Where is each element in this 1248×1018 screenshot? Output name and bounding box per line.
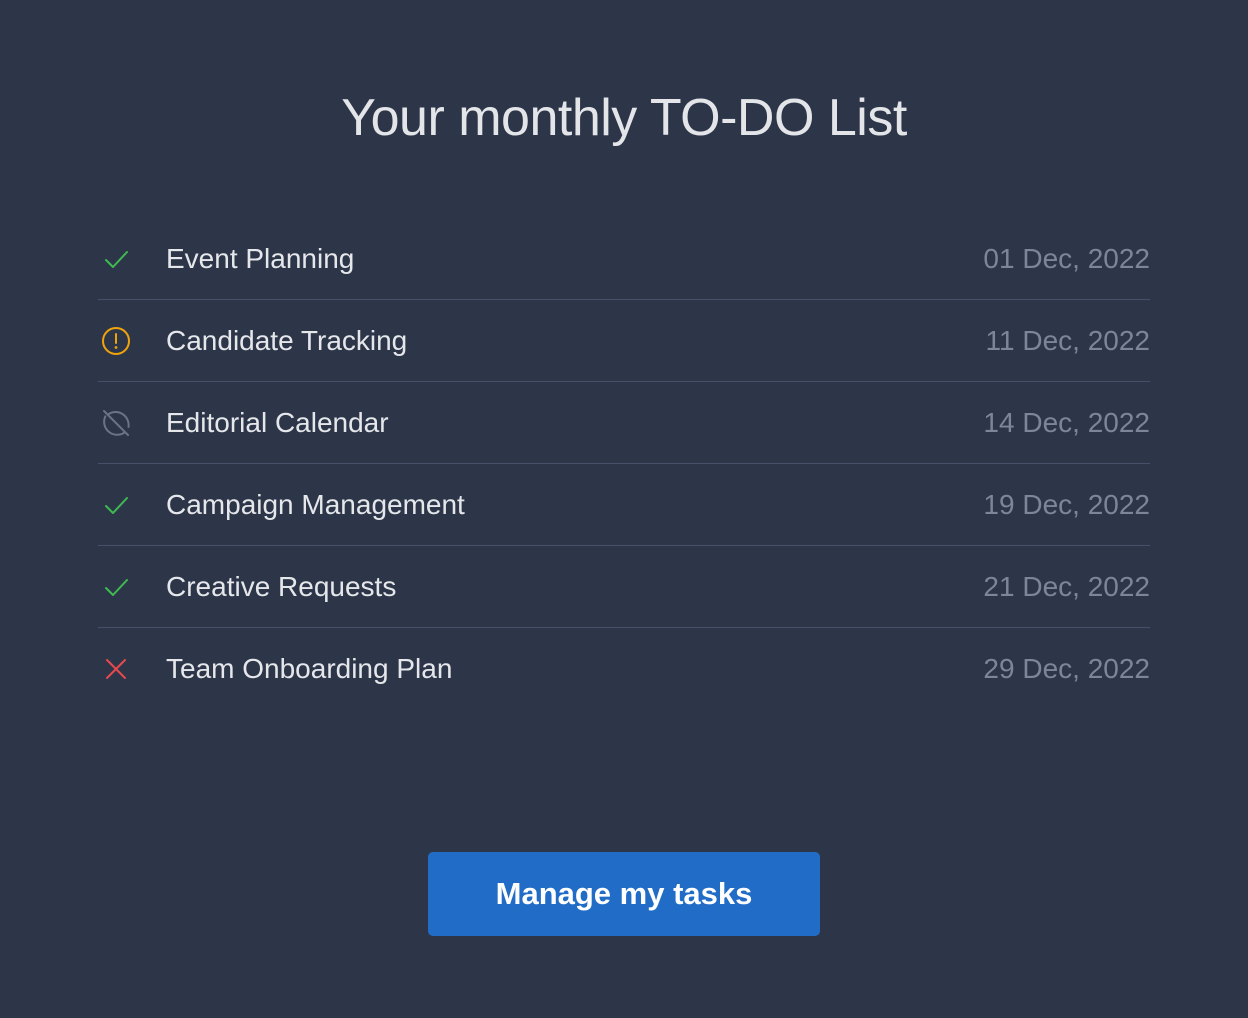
task-row[interactable]: Creative Requests 21 Dec, 2022 [98, 546, 1150, 628]
task-list: Event Planning 01 Dec, 2022 Candidate Tr… [98, 218, 1150, 709]
task-row[interactable]: Campaign Management 19 Dec, 2022 [98, 464, 1150, 546]
x-icon [98, 651, 134, 687]
task-row[interactable]: Team Onboarding Plan 29 Dec, 2022 [98, 628, 1150, 709]
task-name: Campaign Management [166, 488, 465, 520]
task-name: Creative Requests [166, 570, 397, 602]
task-date: 11 Dec, 2022 [985, 324, 1151, 356]
task-name: Team Onboarding Plan [166, 652, 453, 684]
task-name: Event Planning [166, 242, 355, 274]
blocked-circle-icon [98, 405, 134, 441]
task-date: 21 Dec, 2022 [983, 570, 1150, 602]
task-row[interactable]: Event Planning 01 Dec, 2022 [98, 218, 1150, 300]
page-title: Your monthly TO-DO List [341, 89, 907, 147]
check-icon [98, 241, 134, 277]
task-name: Candidate Tracking [166, 324, 408, 356]
alert-circle-icon [98, 323, 134, 359]
task-date: 29 Dec, 2022 [983, 652, 1150, 684]
task-row[interactable]: Candidate Tracking 11 Dec, 2022 [98, 300, 1150, 382]
task-date: 14 Dec, 2022 [983, 406, 1150, 438]
check-icon [98, 487, 134, 523]
check-icon [98, 569, 134, 605]
manage-tasks-button[interactable]: Manage my tasks [428, 852, 820, 936]
task-name: Editorial Calendar [166, 406, 389, 438]
task-date: 19 Dec, 2022 [983, 488, 1150, 520]
task-row[interactable]: Editorial Calendar 14 Dec, 2022 [98, 382, 1150, 464]
task-date: 01 Dec, 2022 [983, 242, 1150, 274]
